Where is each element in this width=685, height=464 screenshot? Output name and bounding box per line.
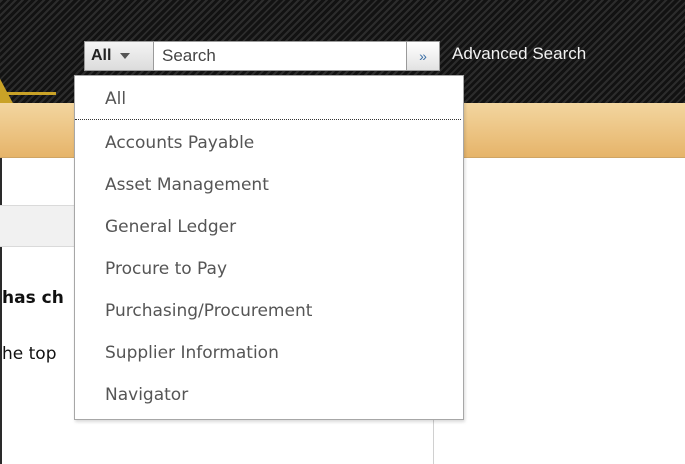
- dropdown-item-supplier-information[interactable]: Supplier Information: [75, 332, 461, 374]
- dropdown-item-general-ledger[interactable]: General Ledger: [75, 206, 461, 248]
- dropdown-item-all[interactable]: All: [75, 78, 461, 120]
- chevron-down-icon: [120, 53, 131, 59]
- column-divider: [433, 418, 434, 464]
- content-text-line-1: has ch: [2, 288, 64, 308]
- double-chevron-right-icon: »: [419, 48, 427, 64]
- dropdown-item-asset-management[interactable]: Asset Management: [75, 164, 461, 206]
- search-scope-dropdown: All Accounts Payable Asset Management Ge…: [74, 75, 464, 420]
- dropdown-item-accounts-payable[interactable]: Accounts Payable: [75, 122, 461, 164]
- search-scope-label: All: [91, 47, 112, 64]
- dropdown-item-navigator[interactable]: Navigator: [75, 374, 461, 416]
- search-go-button[interactable]: »: [406, 41, 440, 71]
- logo-stripe: [0, 0, 60, 103]
- dropdown-item-procure-to-pay[interactable]: Procure to Pay: [75, 248, 461, 290]
- content-tab-strip: [0, 205, 80, 247]
- content-text-line-2: he top: [2, 344, 57, 364]
- search-input[interactable]: [153, 41, 407, 71]
- advanced-search-link[interactable]: Advanced Search: [452, 44, 586, 64]
- search-scope-select[interactable]: All: [84, 41, 154, 71]
- dropdown-item-purchasing-procurement[interactable]: Purchasing/Procurement: [75, 290, 461, 332]
